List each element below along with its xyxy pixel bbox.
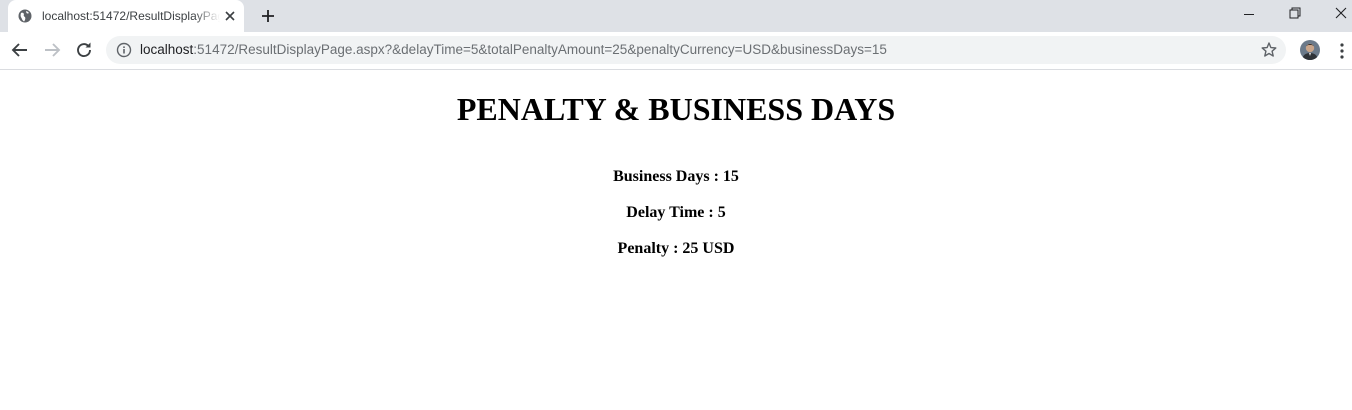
- penalty-text: Penalty : 25 USD: [617, 240, 735, 257]
- url-host: localhost: [140, 42, 194, 57]
- reload-icon[interactable]: [72, 38, 96, 62]
- tab-title: localhost:51472/ResultDisplayPage.aspx?&…: [42, 9, 220, 23]
- address-bar[interactable]: localhost:51472/ResultDisplayPage.aspx?&…: [106, 36, 1286, 64]
- tab-strip: localhost:51472/ResultDisplayPage.aspx?&…: [0, 0, 1352, 32]
- kebab-menu-icon[interactable]: [1334, 42, 1350, 60]
- browser-toolbar: localhost:51472/ResultDisplayPage.aspx?&…: [0, 32, 1352, 70]
- minimize-icon[interactable]: [1226, 0, 1272, 30]
- arrow-left-icon[interactable]: [8, 38, 32, 62]
- page-title: PENALTY & BUSINESS DAYS: [456, 91, 896, 127]
- close-icon[interactable]: [222, 8, 238, 24]
- star-icon[interactable]: [1260, 41, 1278, 59]
- globe-icon: [18, 9, 32, 23]
- business-days-text: Business Days : 15: [613, 168, 739, 185]
- restore-icon[interactable]: [1272, 0, 1318, 30]
- browser-tab[interactable]: localhost:51472/ResultDisplayPage.aspx?&…: [8, 0, 244, 32]
- arrow-right-icon[interactable]: [40, 38, 64, 62]
- url-path: :51472/ResultDisplayPage.aspx?&delayTime…: [193, 42, 887, 57]
- url-text: localhost:51472/ResultDisplayPage.aspx?&…: [140, 42, 887, 58]
- page-content: PENALTY & BUSINESS DAYS Business Days : …: [0, 70, 1352, 410]
- plus-icon[interactable]: [258, 6, 278, 26]
- window-close-icon[interactable]: [1318, 0, 1352, 30]
- delay-time-text: Delay Time : 5: [626, 204, 726, 221]
- avatar[interactable]: [1300, 40, 1320, 60]
- info-icon[interactable]: [116, 42, 132, 58]
